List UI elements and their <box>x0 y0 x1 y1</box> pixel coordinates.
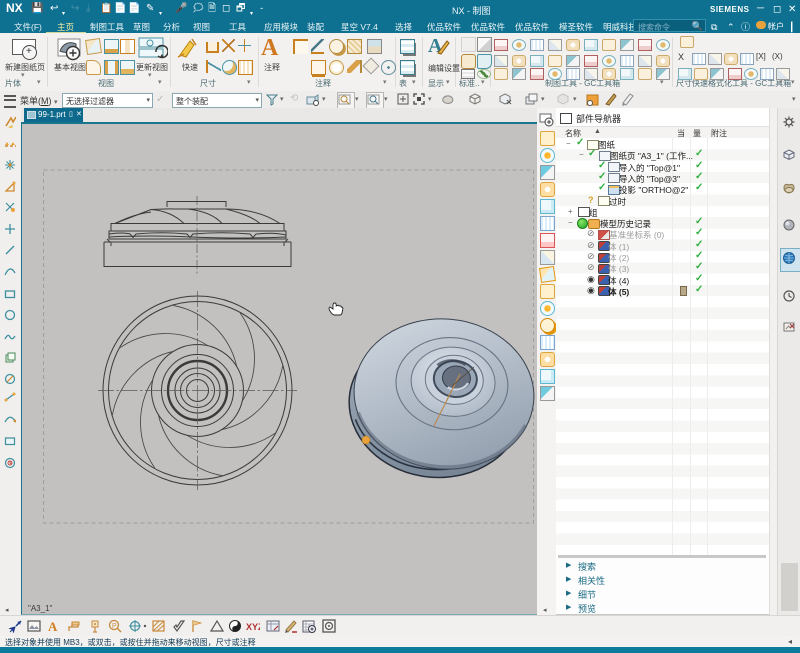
svg-text:XYZ: XYZ <box>246 622 260 632</box>
svg-text:A: A <box>48 619 58 633</box>
svg-text:P: P <box>112 623 117 630</box>
svg-text:"A3_1": "A3_1" <box>28 604 53 613</box>
